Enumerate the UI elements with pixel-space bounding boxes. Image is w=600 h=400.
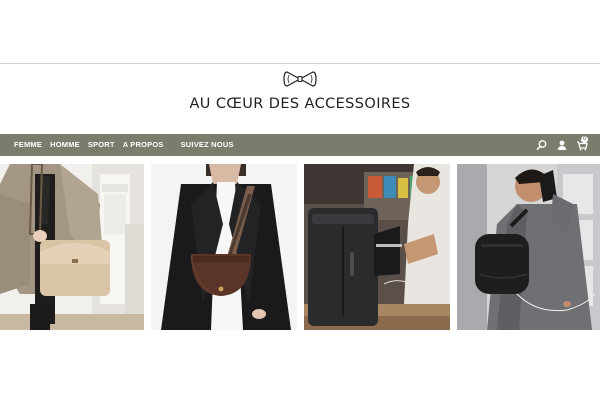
bow-icon[interactable]	[283, 70, 317, 88]
nav-item-homme[interactable]: HOMME	[50, 134, 80, 156]
cart-count-badge: 0	[581, 136, 588, 143]
gallery-photo-backpack[interactable]	[304, 164, 450, 330]
header-divider	[0, 63, 600, 64]
gallery-photo-saddle-bag[interactable]	[151, 164, 297, 330]
cart-icon[interactable]: 0	[576, 136, 588, 151]
nav-item-sport[interactable]: SPORT	[88, 134, 115, 156]
hero-gallery	[0, 164, 600, 330]
main-navigation: FEMME HOMME SPORT A PROPOS SUIVEZ NOUS 0	[0, 134, 600, 156]
nav-item-a-propos[interactable]: A PROPOS	[123, 134, 164, 156]
brand-name[interactable]: AU CŒUR DES ACCESSOIRES	[0, 96, 600, 112]
nav-item-femme[interactable]: FEMME	[14, 134, 42, 156]
search-icon[interactable]	[536, 139, 548, 151]
nav-item-suivez-nous[interactable]: SUIVEZ NOUS	[181, 134, 234, 156]
nav-menu: FEMME HOMME SPORT A PROPOS SUIVEZ NOUS	[14, 134, 242, 156]
gallery-photo-sling-bag[interactable]	[457, 164, 600, 330]
nav-icons: 0	[528, 134, 588, 156]
brand-header: AU CŒUR DES ACCESSOIRES	[0, 66, 600, 132]
gallery-photo-beige-bag[interactable]	[0, 164, 144, 330]
account-icon[interactable]	[556, 139, 568, 151]
